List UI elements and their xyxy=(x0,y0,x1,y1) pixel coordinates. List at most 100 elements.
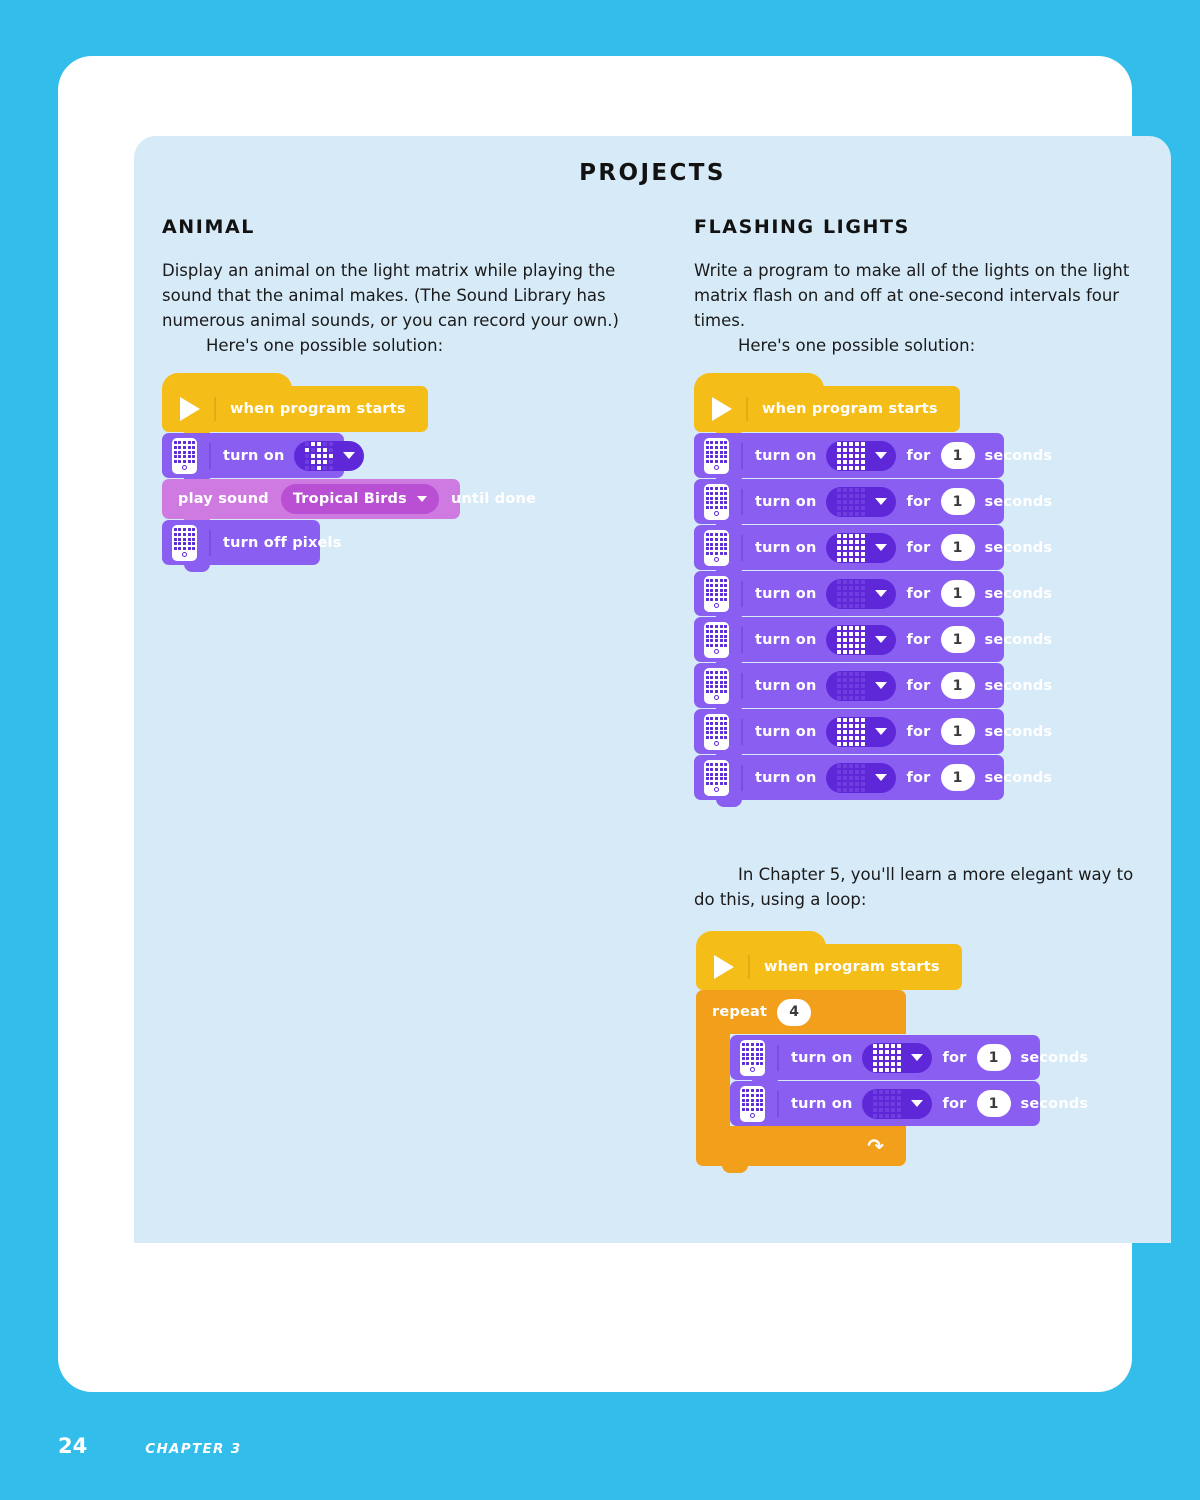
chevron-down-icon[interactable] xyxy=(875,590,888,597)
seconds-label: seconds xyxy=(984,631,1053,648)
seconds-input[interactable]: 1 xyxy=(976,1044,1011,1071)
matrix-dropdown[interactable] xyxy=(826,532,897,563)
repeat-count-input[interactable]: 4 xyxy=(777,998,812,1026)
chevron-down-icon[interactable] xyxy=(911,1100,924,1107)
hub-button-icon xyxy=(182,464,187,470)
hub-button-icon xyxy=(714,510,719,516)
block-label: turn on xyxy=(791,1095,853,1112)
block-turn-on-for-seconds[interactable]: turn on for 1 seconds xyxy=(694,571,1052,623)
block-turn-on-for-seconds[interactable]: turn on for 1 seconds xyxy=(730,1035,1088,1087)
animal-program-stack: when program starts turn on play sound T… xyxy=(162,373,622,572)
matrix-dropdown[interactable] xyxy=(862,1088,933,1119)
repeat-body: turn on for 1 seconds turn on for 1 seconds xyxy=(696,1034,1144,1133)
block-play-sound[interactable]: play sound Tropical Birds until done xyxy=(162,479,536,526)
light-matrix-icon xyxy=(740,1039,765,1076)
section-heading-animal: ANIMAL xyxy=(162,216,255,238)
block-when-program-starts[interactable]: when program starts xyxy=(694,373,960,439)
seconds-label: seconds xyxy=(1020,1049,1089,1066)
divider xyxy=(214,397,216,421)
for-label: for xyxy=(906,539,931,556)
matrix-dropdown[interactable] xyxy=(826,578,897,609)
matrix-dropdown[interactable] xyxy=(826,762,897,793)
flashing-solution-lead: Here's one possible solution: xyxy=(738,336,976,355)
seconds-input[interactable]: 1 xyxy=(940,672,975,699)
loop-block-list: turn on for 1 seconds turn on for 1 seconds xyxy=(730,1034,1088,1133)
seconds-input[interactable]: 1 xyxy=(940,534,975,561)
flash-block-list: turn on for 1 seconds turn on for 1 seconds turn… xyxy=(694,433,1144,807)
block-label: turn on xyxy=(223,447,285,464)
light-matrix-icon xyxy=(172,524,197,561)
for-label: for xyxy=(906,493,931,510)
loop-arrow-icon: ↷ xyxy=(867,1134,884,1158)
chevron-down-icon[interactable] xyxy=(343,452,356,459)
repeat-footer: ↷ xyxy=(696,1126,906,1173)
block-label: turn on xyxy=(755,585,817,602)
seconds-input[interactable]: 1 xyxy=(976,1090,1011,1117)
block-label: when program starts xyxy=(230,401,406,417)
chevron-down-icon[interactable] xyxy=(875,636,888,643)
block-when-program-starts[interactable]: when program starts xyxy=(162,373,428,439)
hub-button-icon xyxy=(714,602,719,608)
chevron-down-icon[interactable] xyxy=(875,498,888,505)
chevron-down-icon[interactable] xyxy=(875,544,888,551)
block-turn-on-for-seconds[interactable]: turn on for 1 seconds xyxy=(694,663,1052,715)
animal-paragraph: Display an animal on the light matrix wh… xyxy=(162,261,619,330)
matrix-dropdown[interactable] xyxy=(862,1042,933,1073)
hub-button-icon xyxy=(714,556,719,562)
sound-dropdown[interactable]: Tropical Birds xyxy=(280,484,439,514)
divider xyxy=(777,1044,779,1071)
hub-button-icon xyxy=(750,1112,755,1118)
seconds-input[interactable]: 1 xyxy=(940,442,975,469)
matrix-dropdown[interactable] xyxy=(826,440,897,471)
matrix-preview-all-on xyxy=(837,625,866,654)
block-turn-on-for-seconds[interactable]: turn on for 1 seconds xyxy=(694,479,1052,531)
seconds-input[interactable]: 1 xyxy=(940,626,975,653)
chevron-down-icon[interactable] xyxy=(875,682,888,689)
divider xyxy=(741,488,743,515)
repeat-left-arm xyxy=(696,1034,730,1126)
block-label: turn on xyxy=(755,539,817,556)
seconds-label: seconds xyxy=(984,447,1053,464)
light-matrix-icon xyxy=(704,437,729,474)
matrix-dropdown[interactable] xyxy=(826,670,897,701)
for-label: for xyxy=(906,631,931,648)
matrix-preview-all-on xyxy=(837,533,866,562)
block-turn-on-for-seconds[interactable]: turn on for 1 seconds xyxy=(730,1081,1088,1133)
divider xyxy=(746,397,748,421)
matrix-preview-all-on xyxy=(873,1043,902,1072)
block-turn-on-for-seconds[interactable]: turn on for 1 seconds xyxy=(694,709,1052,761)
matrix-preview-all-off xyxy=(837,579,866,608)
seconds-input[interactable]: 1 xyxy=(940,764,975,791)
block-label: turn on xyxy=(755,493,817,510)
matrix-dropdown-animal[interactable] xyxy=(294,440,365,471)
matrix-dropdown[interactable] xyxy=(826,624,897,655)
block-repeat[interactable]: repeat 4 turn on for 1 seconds turn on for 1 se… xyxy=(696,990,1144,1173)
seconds-input[interactable]: 1 xyxy=(940,488,975,515)
block-turn-on-animal[interactable]: turn on xyxy=(162,433,365,485)
block-turn-off-pixels[interactable]: turn off pixels xyxy=(162,520,341,572)
block-turn-on-for-seconds[interactable]: turn on for 1 seconds xyxy=(694,433,1052,485)
chevron-down-icon[interactable] xyxy=(416,496,427,502)
chevron-down-icon[interactable] xyxy=(875,774,888,781)
page-number: 24 xyxy=(58,1434,88,1458)
block-label: turn on xyxy=(791,1049,853,1066)
matrix-preview-all-on xyxy=(837,441,866,470)
block-when-program-starts-loop[interactable]: when program starts xyxy=(696,931,962,997)
block-turn-on-for-seconds[interactable]: turn on for 1 seconds xyxy=(694,755,1052,807)
connector-bump xyxy=(722,1164,748,1173)
loop-note: In Chapter 5, you'll learn a more elegan… xyxy=(694,865,1134,909)
divider xyxy=(209,529,211,556)
block-turn-on-for-seconds[interactable]: turn on for 1 seconds xyxy=(694,617,1052,669)
seconds-input[interactable]: 1 xyxy=(940,718,975,745)
repeat-header[interactable]: repeat 4 xyxy=(696,990,906,1034)
chevron-down-icon[interactable] xyxy=(911,1054,924,1061)
matrix-preview-all-off xyxy=(837,671,866,700)
seconds-input[interactable]: 1 xyxy=(940,580,975,607)
matrix-dropdown[interactable] xyxy=(826,716,897,747)
matrix-dropdown[interactable] xyxy=(826,486,897,517)
block-turn-on-for-seconds[interactable]: turn on for 1 seconds xyxy=(694,525,1052,577)
light-matrix-icon xyxy=(704,759,729,796)
matrix-preview-all-on xyxy=(837,717,866,746)
chevron-down-icon[interactable] xyxy=(875,452,888,459)
chevron-down-icon[interactable] xyxy=(875,728,888,735)
